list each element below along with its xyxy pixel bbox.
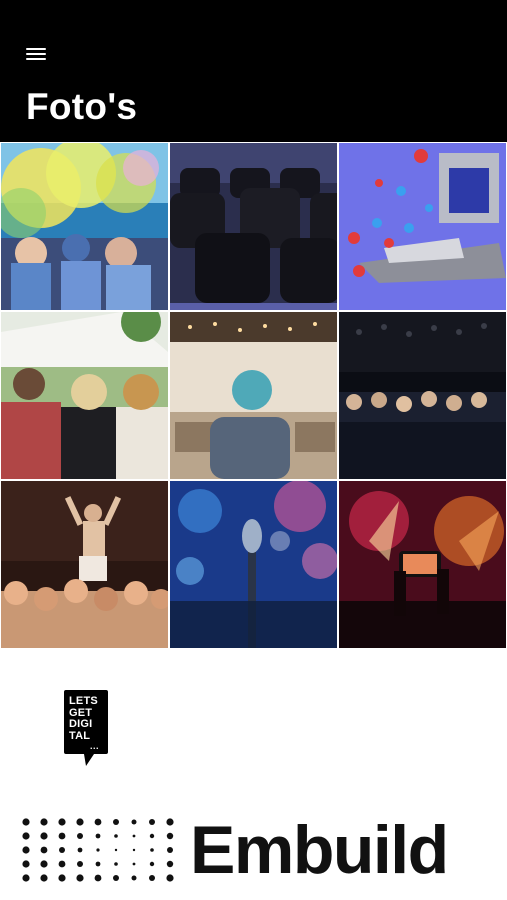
photo-seated-audience <box>339 312 506 479</box>
photo-tile-phone-concert[interactable] <box>339 481 506 648</box>
photo-festival-audience <box>1 312 168 479</box>
photo-tile-auditorium-chairs[interactable] <box>170 143 337 310</box>
photo-phone-concert <box>339 481 506 648</box>
photo-tile-conference-speaker[interactable] <box>170 312 337 479</box>
photo-tile-color-festival[interactable] <box>1 143 168 310</box>
embuild-dot-pattern-icon <box>22 818 174 882</box>
photo-tile-concert-crowd[interactable] <box>1 481 168 648</box>
photo-conference-speaker <box>170 312 337 479</box>
photo-tile-microphone[interactable] <box>170 481 337 648</box>
sponsor-logo-lets-get-digital[interactable]: LETS GET DIGI TAL ... <box>64 690 108 768</box>
photo-grid <box>1 143 506 648</box>
photo-color-festival <box>1 143 168 310</box>
page-title: Foto's <box>26 86 138 127</box>
photo-tile-seated-audience[interactable] <box>339 312 506 479</box>
photo-tile-festival-audience[interactable] <box>1 312 168 479</box>
sponsor-logo-embuild[interactable]: Embuild <box>22 814 482 886</box>
lgd-logo-text: LETS GET DIGI TAL <box>69 695 98 742</box>
embuild-wordmark: Embuild <box>190 812 449 888</box>
lgd-logo-dots: ... <box>90 741 100 751</box>
photo-virtual-stage <box>339 143 506 310</box>
hamburger-menu-icon[interactable] <box>26 44 48 62</box>
photo-microphone <box>170 481 337 648</box>
app-header: Foto's <box>0 0 507 142</box>
photo-tile-virtual-stage[interactable] <box>339 143 506 310</box>
photo-concert-crowd <box>1 481 168 648</box>
photo-auditorium-chairs <box>170 143 337 310</box>
